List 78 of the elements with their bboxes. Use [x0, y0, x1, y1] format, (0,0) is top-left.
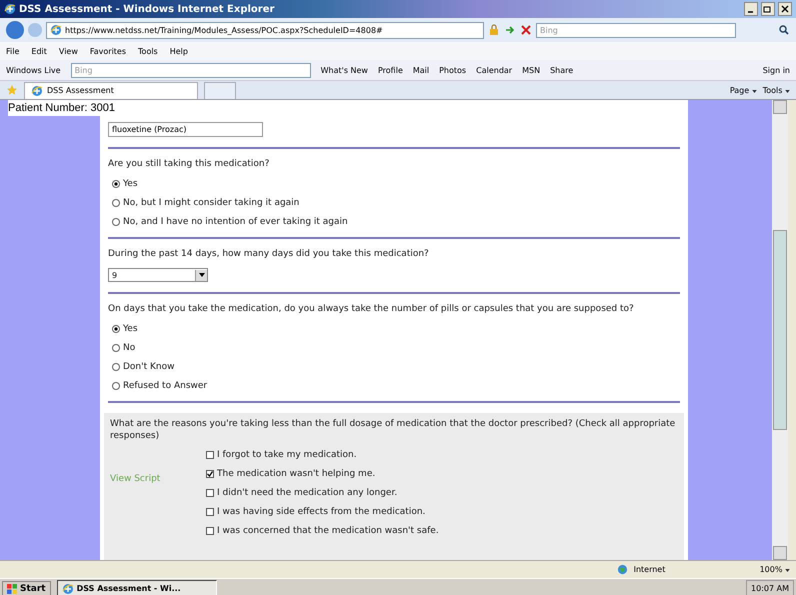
- toolbar-link[interactable]: Profile: [378, 66, 403, 74]
- taskbar-button[interactable]: DSS Assessment - Wi...: [56, 580, 217, 595]
- address-field[interactable]: https://www.netdss.net/Training/Modules_Assess/POC.aspx?ScheduleID=4808#: [46, 22, 484, 38]
- radio-button[interactable]: [112, 363, 120, 372]
- minimize-icon[interactable]: [744, 2, 758, 16]
- refresh-icon[interactable]: [504, 24, 516, 36]
- toolbar-link[interactable]: Photos: [439, 66, 466, 74]
- browser-icon: [4, 3, 16, 15]
- days-select[interactable]: 9: [108, 268, 208, 282]
- option-label: Refused to Answer: [123, 381, 208, 392]
- search-field[interactable]: Bing: [70, 62, 311, 78]
- windows-logo-icon: [7, 584, 17, 594]
- radio-button[interactable]: [112, 180, 120, 188]
- browser-icon: [50, 24, 62, 36]
- menu-item[interactable]: Help: [170, 46, 188, 56]
- question-text: During the past 14 days, how many days did you take this medication?: [108, 248, 430, 260]
- radio-button[interactable]: [112, 344, 120, 352]
- option-label: I was having side effects from the medication.: [217, 507, 426, 518]
- caret-icon: [785, 569, 790, 572]
- question-text: Are you still taking this medication?: [108, 159, 270, 171]
- option-label: No, but I might consider taking it again: [123, 198, 300, 208]
- windows-live-link[interactable]: Windows Live: [6, 66, 61, 74]
- menu-item[interactable]: View: [58, 46, 78, 56]
- caret-icon: [198, 273, 204, 278]
- search-field[interactable]: Bing: [536, 22, 736, 38]
- sign-in-link[interactable]: Sign in: [762, 66, 790, 74]
- command-button[interactable]: Tools: [762, 86, 790, 94]
- browser-tab[interactable]: DSS Assessment: [24, 82, 198, 98]
- menu-item[interactable]: Edit: [31, 46, 47, 56]
- option-label: I forgot to take my medication.: [217, 450, 357, 460]
- search-icon[interactable]: [778, 24, 790, 36]
- checkbox[interactable]: [206, 451, 214, 460]
- option-label: I didn't need the medication any longer.: [217, 488, 398, 498]
- toolbar-link[interactable]: MSN: [522, 66, 540, 74]
- option-label: No: [123, 343, 136, 354]
- radio-button[interactable]: [112, 325, 120, 334]
- caret-icon: [785, 90, 790, 92]
- toolbar-link[interactable]: Mail: [412, 66, 430, 74]
- option-label: No, and I have no intention of ever taking it again: [123, 216, 348, 227]
- question-text: On days that you take the medication, do you always take the number of pills or capsules that you are supposed to?: [108, 304, 635, 316]
- browser-icon: [62, 582, 74, 594]
- checkbox[interactable]: [206, 527, 214, 536]
- menu-item[interactable]: Tools: [138, 46, 158, 56]
- radio-button[interactable]: [112, 198, 120, 207]
- command-button[interactable]: Page: [730, 86, 757, 94]
- star-icon[interactable]: [6, 84, 18, 96]
- zone-label: Internet: [634, 565, 666, 574]
- patient-number: Patient Number: 3001: [8, 100, 688, 116]
- close-icon[interactable]: [778, 2, 792, 16]
- scrollbar-thumb[interactable]: [773, 230, 787, 430]
- option-label: The medication wasn't helping me.: [217, 469, 376, 480]
- start-button[interactable]: Start: [2, 580, 51, 595]
- medication-field[interactable]: fluoxetine (Prozac): [108, 122, 263, 137]
- menu-item[interactable]: File: [6, 46, 20, 56]
- zoom-control[interactable]: 100%: [760, 565, 790, 574]
- checkbox[interactable]: [206, 470, 214, 478]
- question-text: What are the reasons you're taking less than the full dosage of medication that the doctor prescribed? (Check all appropriate responses): [110, 419, 676, 442]
- caret-icon: [752, 90, 757, 92]
- option-label: Yes: [123, 324, 138, 334]
- toolbar-link[interactable]: Calendar: [476, 66, 512, 74]
- clock: 10:07 AM: [751, 584, 789, 593]
- option-label: Yes: [123, 178, 138, 189]
- option-label: I was concerned that the medication wasn't safe.: [217, 526, 439, 536]
- radio-button[interactable]: [112, 218, 120, 226]
- toolbar-link[interactable]: What's New: [320, 66, 368, 74]
- browser-icon: [31, 84, 43, 96]
- globe-icon: [616, 564, 628, 575]
- stop-icon[interactable]: [520, 24, 532, 36]
- window-title: DSS Assessment - Windows Internet Explorer: [19, 4, 274, 14]
- menu-item[interactable]: Favorites: [90, 46, 126, 56]
- checkbox[interactable]: [206, 508, 214, 516]
- option-label: Don't Know: [123, 362, 174, 372]
- radio-button[interactable]: [112, 382, 120, 390]
- toolbar-link[interactable]: Share: [550, 66, 574, 74]
- checkbox[interactable]: [206, 489, 214, 498]
- restore-icon[interactable]: [761, 2, 775, 16]
- lock-icon[interactable]: [488, 24, 500, 36]
- back-button[interactable]: [6, 21, 24, 39]
